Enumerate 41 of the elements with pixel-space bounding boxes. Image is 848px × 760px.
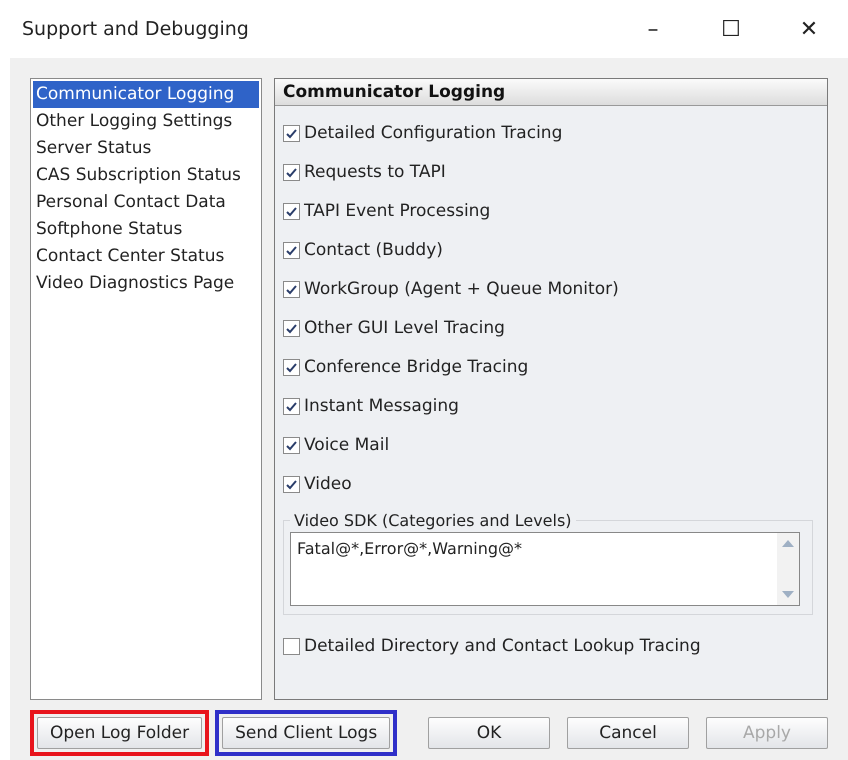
checkbox-label: Requests to TAPI [304,162,446,182]
text-area[interactable]: Fatal@*,Error@*,Warning@* [290,532,800,606]
minimize-button[interactable]: – [614,0,692,58]
window-title: Support and Debugging [22,18,250,40]
checkbox[interactable] [283,202,300,220]
group-title: Video SDK (Categories and Levels) [293,511,573,530]
checkbox[interactable] [283,398,300,414]
list-item[interactable]: Softphone Status [33,216,186,243]
list-item[interactable]: Personal Contact Data [33,189,229,216]
list-item[interactable]: Communicator Logging [33,81,259,108]
list-item[interactable]: Other Logging Settings [33,108,236,135]
checkbox[interactable] [283,124,300,142]
checkbox-label: Voice Mail [304,435,390,455]
action-button[interactable]: Open Log Folder [37,717,202,749]
checkbox-label: Video [304,474,352,494]
checkbox-label: WorkGroup (Agent + Queue Monitor) [304,279,619,299]
checkbox[interactable] [283,358,300,376]
checkbox[interactable] [283,476,300,492]
checkbox-label: Contact (Buddy) [304,240,443,260]
checkbox[interactable] [283,164,300,180]
dialog-button[interactable]: Cancel [567,717,689,749]
action-button[interactable]: Send Client Logs [222,717,390,749]
checkbox-label: TAPI Event Processing [304,201,490,221]
checkbox-label: Other GUI Level Tracing [304,318,505,338]
list-item[interactable]: CAS Subscription Status [33,162,244,189]
maximize-button[interactable]: ☐ [692,0,770,58]
checkbox-label: Instant Messaging [304,396,459,416]
list-item[interactable]: Server Status [33,135,154,162]
close-button[interactable]: ✕ [770,0,848,58]
checkbox[interactable] [283,242,300,258]
panel-title: Communicator Logging [275,79,827,106]
checkbox-label: Conference Bridge Tracing [304,357,528,377]
checkbox[interactable] [283,436,300,454]
checkbox-label: Detailed Configuration Tracing [304,123,562,143]
list-item[interactable]: Video Diagnostics Page [33,270,238,297]
checkbox[interactable] [283,280,300,298]
dialog-button[interactable]: OK [428,717,550,749]
checkbox-label: Detailed Directory and Contact Lookup Tracing [304,636,701,656]
list-item[interactable]: Contact Center Status [33,243,228,270]
checkbox[interactable] [283,638,300,654]
checkbox[interactable] [283,320,300,336]
